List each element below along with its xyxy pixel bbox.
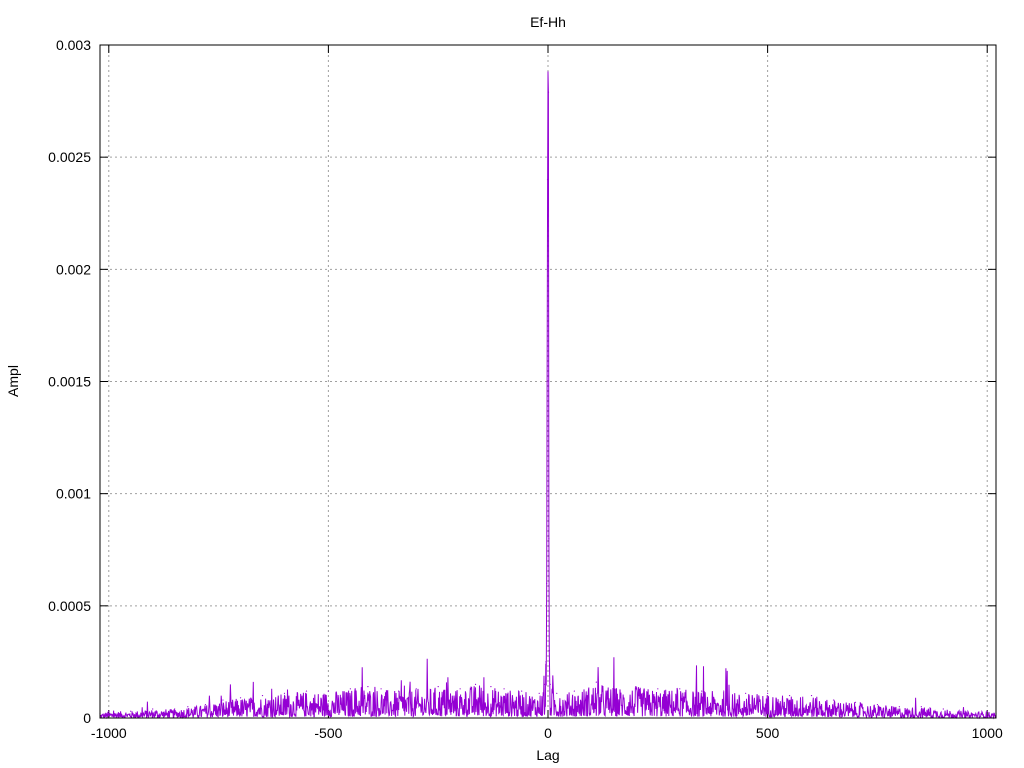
data-point [547, 71, 549, 73]
data-point [548, 650, 550, 652]
data-point [964, 710, 966, 712]
y-axis-label: Ampl [5, 365, 21, 397]
data-point [920, 706, 922, 708]
data-point [573, 690, 575, 692]
data-point [503, 688, 505, 690]
y-tick-label: 0.002 [56, 261, 91, 277]
y-tick-label: 0.0025 [48, 149, 91, 165]
data-point [613, 685, 615, 688]
data-point [701, 690, 703, 692]
data-point [810, 694, 813, 697]
data-point [723, 690, 725, 692]
data-point [474, 683, 477, 685]
data-point [459, 688, 461, 690]
data-point [657, 688, 659, 690]
data-point [222, 699, 224, 701]
data-point [546, 179, 549, 181]
chart: Ef-Hh -1000 -500 0 500 1000 0 0.0005 0.001 0.001… [5, 14, 1003, 763]
y-tick-label: 0.001 [56, 486, 91, 502]
data-point [380, 688, 382, 690]
y-tick-label: 0 [83, 710, 91, 726]
data-point [876, 703, 879, 706]
data-point [204, 703, 207, 706]
data-point [556, 692, 558, 694]
data-point [545, 661, 547, 663]
data-point [546, 582, 548, 585]
data-point [832, 699, 835, 701]
data-point [152, 708, 154, 710]
data-point [239, 697, 242, 699]
axes: -1000 -500 0 500 1000 0 0.0005 0.001 0.0015 0.002… [48, 37, 1003, 741]
data-point [367, 685, 369, 688]
data-point [546, 380, 548, 383]
data-point [174, 708, 176, 710]
x-tick-label: 1000 [972, 725, 1003, 741]
data-point [548, 537, 550, 540]
data-point [108, 710, 110, 712]
data-point [490, 685, 492, 688]
data-point [547, 91, 550, 93]
data-point [942, 708, 944, 710]
data-point [327, 690, 329, 692]
data-point [745, 692, 747, 694]
chart-title: Ef-Hh [530, 14, 566, 30]
y-tick-label: 0.003 [56, 37, 91, 53]
data-point [283, 692, 286, 694]
data-point [898, 706, 900, 708]
data-point [788, 694, 791, 697]
data-point [549, 683, 551, 685]
data-point [679, 688, 681, 690]
data-point [543, 683, 546, 685]
data-point [437, 685, 439, 688]
data-point [130, 710, 132, 712]
data-point [261, 694, 264, 697]
data-point [349, 688, 351, 690]
x-tick-label: -1000 [91, 725, 127, 741]
data-point [767, 692, 769, 694]
x-tick-label: -500 [314, 725, 342, 741]
data-point [187, 706, 189, 708]
data-point [986, 710, 988, 712]
x-tick-label: 0 [544, 725, 552, 741]
data-point [854, 701, 857, 703]
y-tick-label: 0.0015 [48, 374, 91, 390]
x-tick-label: 500 [756, 725, 780, 741]
x-axis-label: Lag [536, 747, 559, 763]
y-tick-label: 0.0005 [48, 598, 91, 614]
data-point [305, 690, 308, 692]
data-point [415, 688, 417, 690]
data-point [635, 685, 637, 688]
data-point [538, 692, 540, 694]
data-point [398, 690, 400, 692]
data-point [521, 690, 523, 692]
data-point [595, 681, 597, 683]
